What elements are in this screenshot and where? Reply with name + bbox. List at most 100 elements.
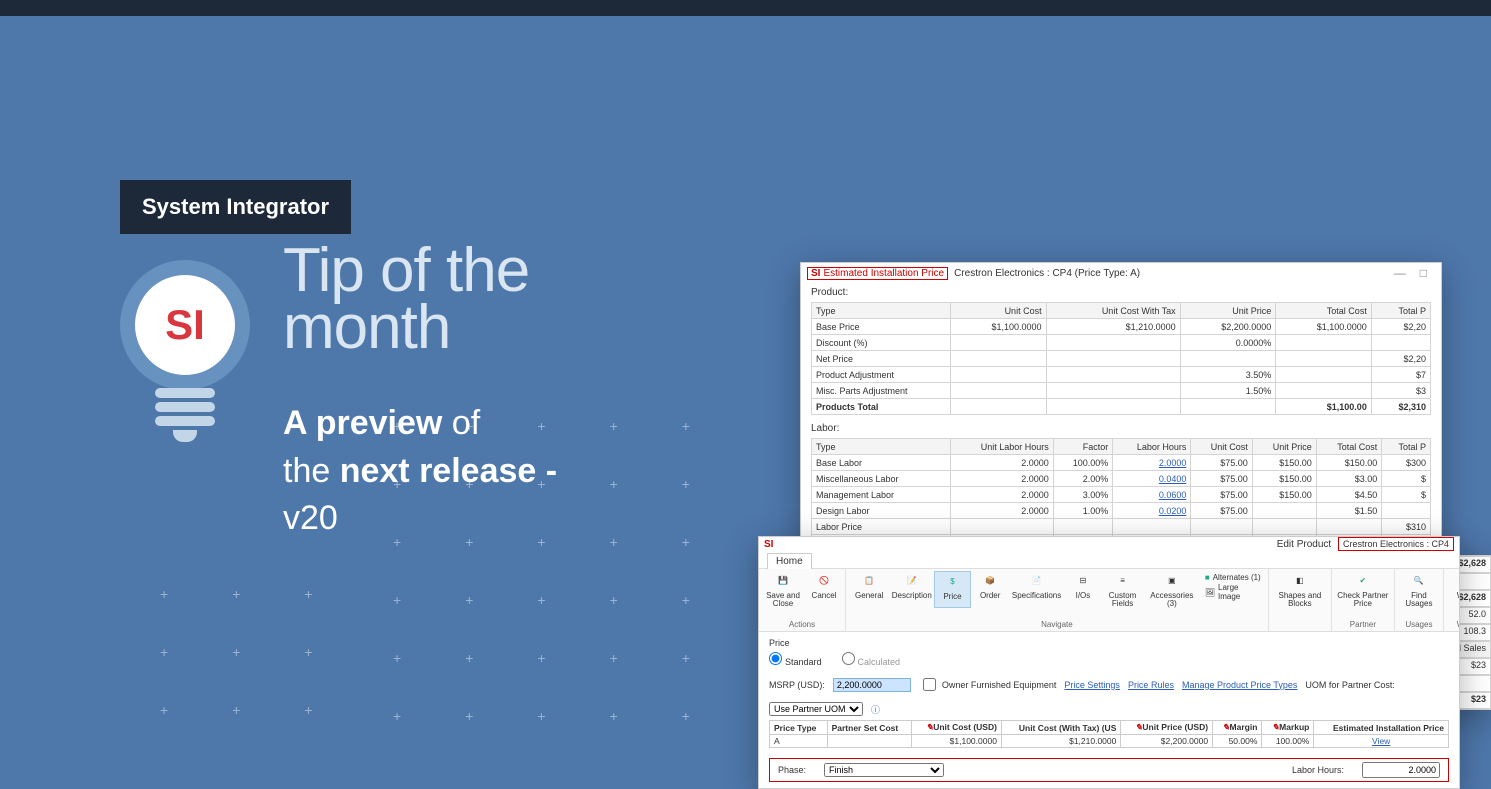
msrp-input[interactable] <box>833 678 911 692</box>
io-icon: ⊟ <box>1073 571 1093 591</box>
table-row: Product Adjustment3.50%$7 <box>812 367 1431 383</box>
ribbon-group-actions: Actions <box>762 619 842 629</box>
sub-l1-rest: of <box>442 404 480 442</box>
plus-grid-2: +++ +++ +++ <box>160 586 313 760</box>
window-minimize-icon[interactable]: — <box>1394 266 1406 280</box>
edit-product-window: SI Edit Product Crestron Electronics : C… <box>758 536 1460 789</box>
nav-image-group: ■Alternates (1) 🖼Large Image <box>1201 571 1265 608</box>
specs-icon: 📄 <box>1027 571 1047 591</box>
sub-l2-bold: next release - <box>340 452 557 490</box>
breadcrumb-highlight: Crestron Electronics : CP4 <box>1338 537 1454 551</box>
sub-l1-bold: A preview <box>283 404 442 442</box>
headline: Tip of the month <box>283 242 529 356</box>
owner-furnished-checkbox[interactable]: Owner Furnished Equipment <box>919 675 1057 694</box>
window-maximize-icon[interactable]: □ <box>1420 266 1427 280</box>
check-partner-price-button[interactable]: ✔Check Partner Price <box>1335 571 1391 608</box>
product-table: Type Unit Cost Unit Cost With Tax Unit P… <box>811 302 1431 415</box>
uom-label: UOM for Partner Cost: <box>1305 680 1395 690</box>
nav-price[interactable]: $Price <box>934 571 971 608</box>
window-title-rest: Crestron Electronics : CP4 (Price Type: … <box>954 268 1140 279</box>
tab-home[interactable]: Home <box>767 553 812 569</box>
msrp-label: MSRP (USD): <box>769 680 825 690</box>
find-usages-button[interactable]: 🔍Find Usages <box>1398 571 1440 608</box>
page-topbar <box>0 0 1491 16</box>
cancel-button[interactable]: 🚫Cancel <box>806 571 842 608</box>
nav-alternates[interactable]: ■Alternates (1) <box>1205 573 1261 582</box>
product-badge: System Integrator <box>120 180 351 234</box>
cancel-icon: 🚫 <box>814 571 834 591</box>
save-icon: 💾 <box>773 571 793 591</box>
edit-product-label: Edit Product <box>1277 539 1331 550</box>
bulb-si-text: SI <box>165 301 205 349</box>
image-icon: 🖼 <box>1205 588 1215 597</box>
table-row: Base Price$1,100.0000$1,210.0000$2,200.0… <box>812 319 1431 335</box>
info-icon[interactable]: ⓘ <box>871 703 880 716</box>
edit-icon: 📝 <box>902 571 922 591</box>
nav-large-image[interactable]: 🖼Large Image <box>1205 583 1261 601</box>
search-icon: 🔍 <box>1409 571 1429 591</box>
title-highlight-box: SI Estimated Installation Price <box>807 267 948 280</box>
headline-line2: month <box>283 299 529 356</box>
table-row: Base Labor2.0000100.00%2.0000$75.00$150.… <box>812 455 1431 471</box>
web-button[interactable]: 🌐Web <box>1447 571 1460 600</box>
price-settings-link[interactable]: Price Settings <box>1064 680 1120 690</box>
dollar-icon: $ <box>942 572 962 592</box>
nav-general[interactable]: 📋General <box>849 571 890 608</box>
ribbon-group-partner: Partner <box>1335 619 1391 629</box>
table-row: Net Price$2,20 <box>812 351 1431 367</box>
nav-shapes-blocks[interactable]: ◧Shapes and Blocks <box>1272 571 1328 608</box>
view-install-price-link[interactable]: View <box>1314 735 1449 748</box>
table-row: Management Labor2.00003.00%0.0600$75.00$… <box>812 487 1431 503</box>
shapes-icon: ◧ <box>1290 571 1310 591</box>
accessories-icon: ▣ <box>1162 571 1182 591</box>
price-heading: Price <box>769 638 1449 648</box>
table-row: Labor Price$310 <box>812 519 1431 535</box>
sub-l2-pre: the <box>283 452 340 490</box>
window-title-highlight: Estimated Installation Price <box>823 268 944 279</box>
subheadline: A preview of the next release - v20 <box>283 400 557 543</box>
si-app-icon: SI <box>811 268 820 279</box>
products-total-row: Products Total$1,100.00$2,310 <box>812 399 1431 415</box>
labor-section-label: Labor: <box>801 419 1441 434</box>
radio-standard[interactable]: Standard <box>769 652 822 667</box>
ribbon-group-web: Web <box>1447 619 1460 629</box>
price-type-row[interactable]: A$1,100.0000$1,210.0000$2,200.000050.00%… <box>770 735 1449 748</box>
nav-description[interactable]: 📝Description <box>892 571 933 608</box>
table-row: Misc. Parts Adjustment1.50%$3 <box>812 383 1431 399</box>
radio-calculated[interactable]: Calculated <box>842 652 901 667</box>
order-icon: 📦 <box>980 571 1000 591</box>
price-type-table: Price TypePartner Set Cost ✎Unit Cost (U… <box>769 720 1449 748</box>
phase-select[interactable]: Finish <box>824 763 944 777</box>
alternates-icon: ■ <box>1205 573 1210 582</box>
headline-line1: Tip of the <box>283 242 529 299</box>
nav-specifications[interactable]: 📄Specifications <box>1010 571 1064 608</box>
nav-custom-fields[interactable]: ≡Custom Fields <box>1102 571 1143 608</box>
lightbulb-icon: SI <box>120 260 250 390</box>
ribbon-group-navigate: Navigate <box>849 619 1265 629</box>
ribbon-tabs: Home <box>759 552 1459 569</box>
check-icon: ✔ <box>1353 571 1373 591</box>
globe-icon: 🌐 <box>1455 571 1460 591</box>
uom-select[interactable]: Use Partner UOM <box>769 702 863 716</box>
labor-hours-input[interactable] <box>1362 762 1440 778</box>
table-row: Miscellaneous Labor2.00002.00%0.0400$75.… <box>812 471 1431 487</box>
product-header-row: Type Unit Cost Unit Cost With Tax Unit P… <box>812 303 1431 319</box>
sub-l3: v20 <box>283 499 338 537</box>
phase-label: Phase: <box>778 765 806 775</box>
clipboard-icon: 📋 <box>859 571 879 591</box>
nav-accessories[interactable]: ▣Accessories (3) <box>1145 571 1199 608</box>
nav-order[interactable]: 📦Order <box>973 571 1008 608</box>
ribbon-group-usages: Usages <box>1398 619 1440 629</box>
labor-header-row: TypeUnit Labor HoursFactorLabor HoursUni… <box>812 439 1431 455</box>
table-row: Design Labor2.00001.00%0.0200$75.00$1.50 <box>812 503 1431 519</box>
phase-row-highlight: Phase: Finish Labor Hours: <box>769 758 1449 782</box>
price-rules-link[interactable]: Price Rules <box>1128 680 1174 690</box>
installation-price-window: SI Estimated Installation Price Crestron… <box>800 262 1442 572</box>
labor-hours-label: Labor Hours: <box>1292 765 1344 775</box>
save-close-button[interactable]: 💾Save and Close <box>762 571 804 608</box>
nav-ios[interactable]: ⊟I/Os <box>1066 571 1101 608</box>
si-app-icon: SI <box>764 539 773 550</box>
manage-price-types-link[interactable]: Manage Product Price Types <box>1182 680 1297 690</box>
product-section-label: Product: <box>801 283 1441 298</box>
left-content: System Integrator <box>120 180 351 234</box>
